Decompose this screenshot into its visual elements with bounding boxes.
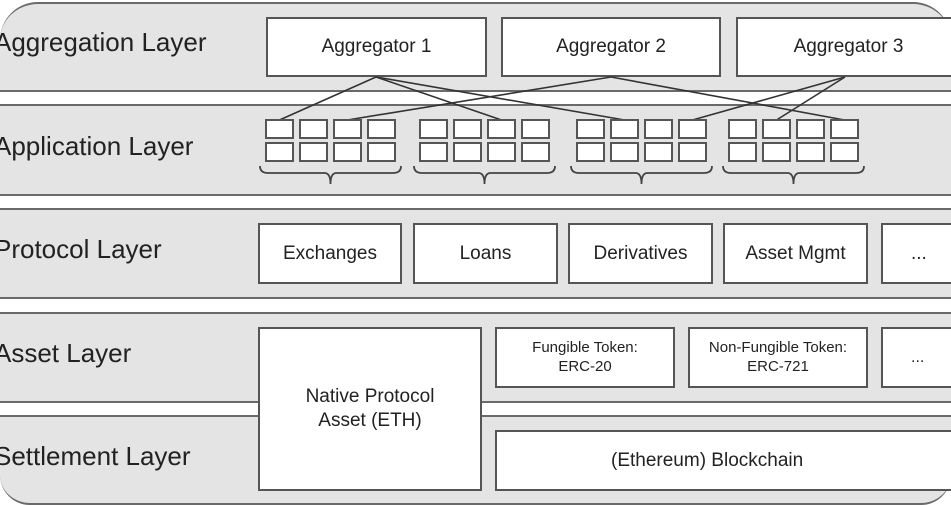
- protocol-loans-box: Loans: [413, 223, 558, 284]
- application-cell: [333, 142, 362, 162]
- application-cell: [299, 142, 328, 162]
- protocol-more-box: ...: [881, 223, 951, 284]
- application-cell: [453, 142, 482, 162]
- connection-line: [347, 76, 612, 121]
- fungible-token-box: Fungible Token: ERC-20: [495, 327, 675, 388]
- connection-line: [375, 76, 625, 121]
- application-cell: [644, 119, 673, 139]
- group-brace: [413, 165, 556, 185]
- application-cell: [576, 142, 605, 162]
- group-brace: [722, 165, 865, 185]
- application-cell: [333, 119, 362, 139]
- group-brace: [570, 165, 713, 185]
- group-brace: [259, 165, 402, 185]
- application-cell: [299, 119, 328, 139]
- non-fungible-token-label: Non-Fungible Token:: [708, 338, 848, 356]
- application-cell: [762, 119, 791, 139]
- application-cell: [728, 142, 757, 162]
- application-cell: [830, 142, 859, 162]
- connection-line: [692, 76, 846, 121]
- application-cell: [796, 142, 825, 162]
- application-cell: [678, 142, 707, 162]
- asset-more-box: ...: [881, 327, 951, 388]
- native-protocol-asset-box: Native Protocol Asset (ETH): [258, 327, 482, 491]
- application-cell: [576, 119, 605, 139]
- blockchain-box: (Ethereum) Blockchain: [495, 430, 951, 491]
- application-cell: [487, 142, 516, 162]
- application-cell: [762, 142, 791, 162]
- application-cell: [419, 119, 448, 139]
- application-cell: [610, 119, 639, 139]
- application-cell: [419, 142, 448, 162]
- application-cell: [728, 119, 757, 139]
- fungible-token-standard: ERC-20: [558, 357, 612, 375]
- application-cell: [367, 142, 396, 162]
- application-cell: [265, 119, 294, 139]
- application-cell: [830, 119, 859, 139]
- application-cell: [678, 119, 707, 139]
- application-cell: [265, 142, 294, 162]
- protocol-exchanges-box: Exchanges: [258, 223, 402, 284]
- application-cell: [487, 119, 516, 139]
- protocol-asset-mgmt-box: Asset Mgmt: [723, 223, 868, 284]
- non-fungible-token-standard: ERC-721: [747, 357, 809, 375]
- fungible-token-label: Fungible Token:: [532, 338, 638, 356]
- protocol-derivatives-box: Derivatives: [568, 223, 713, 284]
- non-fungible-token-box: Non-Fungible Token: ERC-721: [688, 327, 868, 388]
- application-cell: [796, 119, 825, 139]
- application-cell: [644, 142, 673, 162]
- application-cell: [367, 119, 396, 139]
- application-cell: [610, 142, 639, 162]
- native-asset-line-2: Asset (ETH): [318, 410, 422, 431]
- application-cell: [453, 119, 482, 139]
- application-cell: [521, 119, 550, 139]
- application-cell: [521, 142, 550, 162]
- native-asset-line-1: Native Protocol: [305, 386, 435, 408]
- connection-line: [279, 76, 377, 121]
